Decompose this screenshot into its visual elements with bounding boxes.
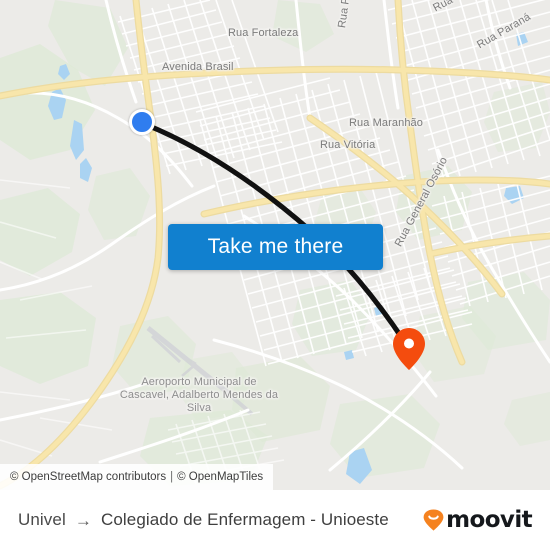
trip-origin-label: Univel xyxy=(18,510,66,529)
map-canvas[interactable]: Rua Fortaleza Avenida Brasil Rua Pio XII… xyxy=(0,0,550,490)
attribution-separator: | xyxy=(170,471,174,483)
origin-dot[interactable] xyxy=(129,109,155,135)
arrow-right-icon: → xyxy=(74,510,92,530)
trip-summary: Univel → Colegiado de Enfermagem - Unioe… xyxy=(18,510,389,530)
trip-footer-bar: Univel → Colegiado de Enfermagem - Unioe… xyxy=(0,490,550,550)
moovit-trip-map-screen: Rua Fortaleza Avenida Brasil Rua Pio XII… xyxy=(0,0,550,550)
attribution-openstreetmap[interactable]: © OpenStreetMap contributors xyxy=(10,471,166,483)
moovit-logo[interactable]: moovit xyxy=(423,507,533,533)
moovit-wordmark: moovit xyxy=(446,507,532,533)
destination-pin[interactable] xyxy=(392,327,426,371)
map-attribution-bar: © OpenStreetMap contributors | © OpenMap… xyxy=(0,464,274,490)
take-me-there-button[interactable]: Take me there xyxy=(168,224,383,270)
attribution-openmaptiles[interactable]: © OpenMapTiles xyxy=(177,471,263,483)
trip-destination-label: Colegiado de Enfermagem - Unioeste xyxy=(100,510,389,529)
moovit-pin-icon xyxy=(423,509,444,531)
